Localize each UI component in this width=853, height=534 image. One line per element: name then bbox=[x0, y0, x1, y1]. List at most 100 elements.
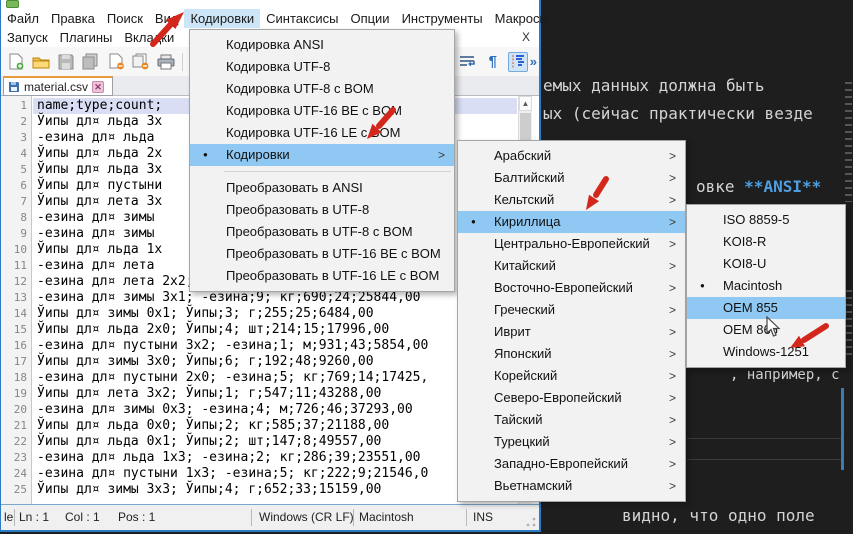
line-text: Ўипы дл¤ льда 2х bbox=[37, 146, 162, 162]
menu-item[interactable]: Преобразовать в UTF-8 bbox=[190, 199, 454, 221]
menu-item[interactable]: OEM 866 bbox=[687, 319, 845, 341]
menu-item[interactable]: Балтийский > bbox=[458, 167, 685, 189]
save-all-icon[interactable] bbox=[81, 52, 101, 72]
menu-item-label: Macintosh bbox=[723, 278, 782, 293]
new-file-icon[interactable] bbox=[6, 52, 26, 72]
close-tab-icon[interactable]: ✕ bbox=[92, 81, 104, 93]
menu-item[interactable]: Западно-Европейский > bbox=[458, 453, 685, 475]
menubar-item[interactable]: Поиск bbox=[101, 9, 149, 28]
menu-item[interactable]: KOI8-R bbox=[687, 231, 845, 253]
menu-item[interactable]: Центрально-Европейский > bbox=[458, 233, 685, 255]
menu-item[interactable]: Иврит > bbox=[458, 321, 685, 343]
status-insert-mode[interactable]: INS bbox=[473, 510, 493, 524]
menu-item[interactable]: Греческий > bbox=[458, 299, 685, 321]
line-text: Ўипы дл¤ льда 0х1; Ўипы;2; шт;147;8;4955… bbox=[37, 434, 381, 450]
menu-item[interactable]: Кодировка ANSI bbox=[190, 34, 454, 56]
resize-grip[interactable] bbox=[526, 517, 536, 527]
menubar-item[interactable]: Запуск bbox=[1, 28, 54, 47]
menubar-item[interactable]: Опции bbox=[344, 9, 395, 28]
menu-item[interactable]: Китайский > bbox=[458, 255, 685, 277]
open-folder-icon[interactable] bbox=[31, 52, 51, 72]
menu-item[interactable]: Турецкий > bbox=[458, 431, 685, 453]
line-text: Ўипы дл¤ зимы 3х3; Ўипы;4; г;652;33;1515… bbox=[37, 482, 381, 498]
menu-item[interactable]: Windows-1251 bbox=[687, 341, 845, 363]
line-text: -езина дл¤ пустыни 2х0; -езина;5; кг;769… bbox=[37, 370, 428, 386]
save-icon[interactable] bbox=[56, 52, 76, 72]
line-text: Ўипы дл¤ льда 3х bbox=[37, 114, 162, 130]
scroll-indicator bbox=[841, 388, 844, 470]
menu-item[interactable]: OEM 855 bbox=[687, 297, 845, 319]
line-text: -езина дл¤ зимы 3х1; -езина;9; кг;690;24… bbox=[37, 290, 421, 306]
menubar-item[interactable]: Файл bbox=[1, 9, 45, 28]
menu-item[interactable]: Преобразовать в ANSI bbox=[190, 177, 454, 199]
line-text: -езина дл¤ пустыни 3х2; -езина;1; м;931;… bbox=[37, 338, 428, 354]
line-text: -езина дл¤ зимы bbox=[37, 226, 154, 242]
status-eol-format[interactable]: Windows (CR LF) bbox=[259, 510, 354, 524]
line-number: 16 bbox=[1, 338, 27, 354]
menu-item[interactable]: Преобразовать в UTF-16 LE с BOM bbox=[190, 265, 454, 287]
menubar-item[interactable]: Вкладки bbox=[118, 28, 180, 47]
menu-item[interactable]: Северо-Европейский > bbox=[458, 387, 685, 409]
menubar-item[interactable]: Правка bbox=[45, 9, 101, 28]
menu-item-label: Кодировки bbox=[226, 147, 290, 162]
menu-item[interactable]: Кодировка UTF-16 LE с BOM bbox=[190, 122, 454, 144]
menu-item[interactable]: KOI8-U bbox=[687, 253, 845, 275]
menubar-item[interactable]: Инструменты bbox=[396, 9, 489, 28]
menubar-item[interactable]: Синтаксисы bbox=[260, 9, 344, 28]
print-icon[interactable] bbox=[156, 52, 176, 72]
menubar-item[interactable]: Плагины bbox=[54, 28, 119, 47]
menu-item[interactable]: Вьетнамский > bbox=[458, 475, 685, 497]
line-number: 24 bbox=[1, 466, 27, 482]
menu-item[interactable]: ● Кириллица > bbox=[458, 211, 685, 233]
menu-bar-row-1: ФайлПравкаПоискВидКодировкиСинтаксисыОпц… bbox=[1, 9, 539, 28]
submenu-arrow-icon: > bbox=[669, 189, 676, 211]
close-all-icon[interactable] bbox=[131, 52, 151, 72]
doc-info-clipped: le bbox=[4, 510, 13, 524]
line-number: 13 bbox=[1, 290, 27, 306]
menu-item[interactable]: ● Кодировки > bbox=[190, 144, 454, 166]
menu-item[interactable]: Преобразовать в UTF-8 с BOM bbox=[190, 221, 454, 243]
line-number: 14 bbox=[1, 306, 27, 322]
menu-item-label: Западно-Европейский bbox=[494, 456, 628, 471]
submenu-arrow-icon: > bbox=[669, 475, 676, 497]
menu-item[interactable]: Арабский > bbox=[458, 145, 685, 167]
line-number: 6 bbox=[1, 178, 27, 194]
menu-item[interactable]: Кельтский > bbox=[458, 189, 685, 211]
menu-item-label: OEM 866 bbox=[723, 322, 778, 337]
line-number: 25 bbox=[1, 482, 27, 498]
menubar-item[interactable]: Кодировки bbox=[184, 9, 260, 28]
menubar-item[interactable]: Макросы bbox=[489, 9, 555, 28]
ansi-highlight-text: **ANSI** bbox=[744, 177, 821, 196]
line-number: 4 bbox=[1, 146, 27, 162]
menu-item-label: Кириллица bbox=[494, 214, 560, 229]
menu-item[interactable]: Тайский > bbox=[458, 409, 685, 431]
menu-item[interactable]: ● Macintosh bbox=[687, 275, 845, 297]
menu-item[interactable]: Кодировка UTF-8 bbox=[190, 56, 454, 78]
show-all-characters-icon[interactable]: ¶ bbox=[483, 52, 503, 72]
scrollbar-up-arrow[interactable]: ▲ bbox=[519, 96, 532, 111]
more-buttons-icon[interactable]: » bbox=[528, 54, 539, 69]
menubar-close-button[interactable]: X bbox=[519, 30, 533, 44]
close-doc-icon[interactable] bbox=[106, 52, 126, 72]
word-wrap-icon[interactable] bbox=[458, 52, 478, 72]
line-number: 9 bbox=[1, 226, 27, 242]
indent-guide-icon[interactable] bbox=[508, 52, 528, 72]
menu-item[interactable]: Восточно-Европейский > bbox=[458, 277, 685, 299]
menubar-item[interactable]: Вид bbox=[149, 9, 185, 28]
screen: емых данных должна быть ых (сейчас практ… bbox=[0, 0, 853, 534]
menu-item[interactable]: Кодировка UTF-8 с BOM bbox=[190, 78, 454, 100]
menu-item-label: ISO 8859-5 bbox=[723, 212, 790, 227]
tab-material-csv[interactable]: material.csv ✕ bbox=[3, 76, 113, 96]
menu-item[interactable]: Японский > bbox=[458, 343, 685, 365]
menu-item-label: Северо-Европейский bbox=[494, 390, 622, 405]
minimap-marks bbox=[845, 290, 852, 360]
status-encoding[interactable]: Macintosh bbox=[359, 510, 414, 524]
radio-bullet-icon: ● bbox=[471, 211, 476, 233]
radio-bullet-icon: ● bbox=[203, 144, 208, 166]
menu-item[interactable]: Преобразовать в UTF-16 BE с BOM bbox=[190, 243, 454, 265]
divider bbox=[687, 459, 845, 460]
menu-item[interactable]: Корейский > bbox=[458, 365, 685, 387]
submenu-arrow-icon: > bbox=[669, 255, 676, 277]
menu-item[interactable]: ISO 8859-5 bbox=[687, 209, 845, 231]
menu-item[interactable]: Кодировка UTF-16 BE с BOM bbox=[190, 100, 454, 122]
